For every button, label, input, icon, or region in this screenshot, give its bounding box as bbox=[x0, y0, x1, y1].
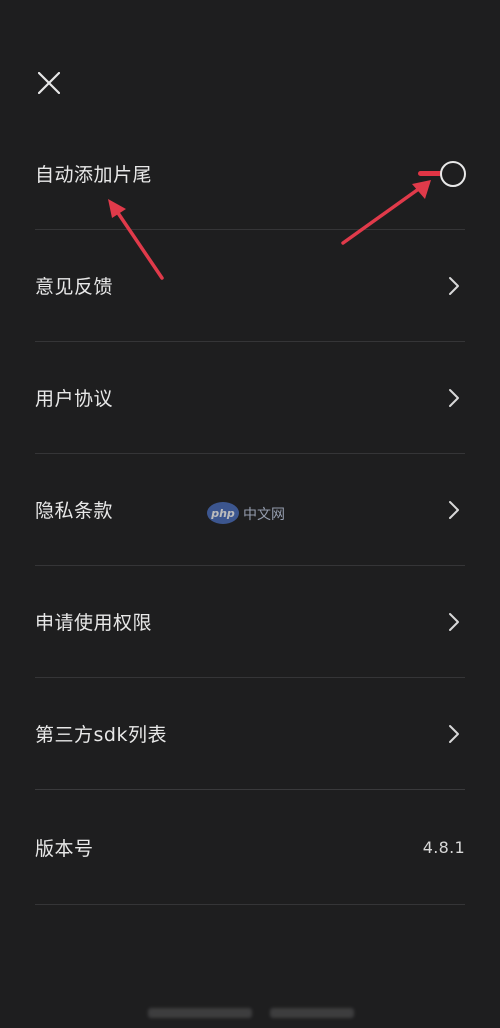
setting-row-version: 版本号 4.8.1 bbox=[35, 790, 465, 905]
footer-blur-block bbox=[270, 1008, 354, 1018]
chevron-right-icon bbox=[443, 387, 465, 409]
setting-label-permissions: 申请使用权限 bbox=[35, 612, 153, 634]
toggle-knob bbox=[440, 160, 466, 187]
setting-row-user-agreement[interactable]: 用户协议 bbox=[35, 342, 465, 454]
setting-row-feedback[interactable]: 意见反馈 bbox=[35, 230, 465, 342]
setting-label-auto-add-ending: 自动添加片尾 bbox=[35, 164, 153, 186]
chevron-right-icon bbox=[443, 499, 465, 521]
chevron-right-icon bbox=[443, 723, 465, 745]
setting-row-auto-add-ending[interactable]: 自动添加片尾 bbox=[35, 118, 466, 230]
chevron-right-icon bbox=[443, 611, 465, 633]
footer-blurred bbox=[148, 1008, 358, 1022]
watermark-text: 中文网 bbox=[243, 507, 285, 523]
watermark-logo: php bbox=[207, 502, 239, 524]
footer-blur-block bbox=[148, 1008, 252, 1018]
chevron-right-icon bbox=[443, 275, 465, 297]
setting-label-user-agreement: 用户协议 bbox=[35, 388, 114, 410]
close-icon bbox=[38, 72, 60, 94]
version-label: 版本号 bbox=[35, 837, 94, 860]
setting-row-permissions[interactable]: 申请使用权限 bbox=[35, 566, 465, 678]
auto-add-ending-toggle[interactable] bbox=[418, 160, 466, 188]
version-value: 4.8.1 bbox=[422, 837, 465, 857]
close-button[interactable] bbox=[30, 64, 68, 102]
watermark: php 中文网 bbox=[207, 500, 293, 528]
setting-label-third-party-sdk: 第三方sdk列表 bbox=[35, 724, 167, 746]
setting-label-privacy: 隐私条款 bbox=[35, 500, 114, 522]
setting-label-feedback: 意见反馈 bbox=[35, 276, 114, 298]
setting-row-third-party-sdk[interactable]: 第三方sdk列表 bbox=[35, 678, 465, 790]
